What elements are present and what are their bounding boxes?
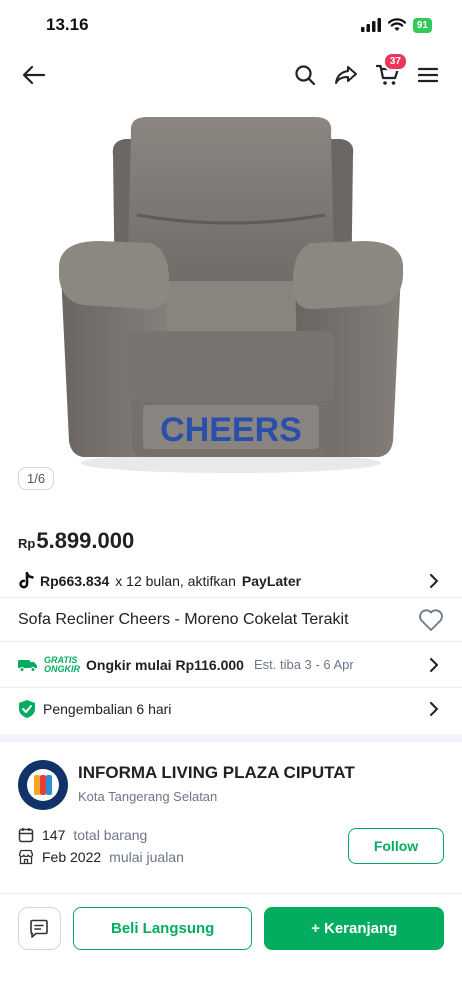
section-divider [0, 734, 462, 742]
chevron-right-icon [430, 573, 438, 588]
return-info: Pengembalian 6 hari [18, 699, 171, 719]
battery-indicator: 91 [412, 17, 432, 33]
signal-icon [360, 18, 381, 32]
chat-icon [30, 919, 49, 938]
price-value: 5.899.000 [36, 528, 135, 553]
image-counter: 1/6 [18, 467, 55, 490]
paylater-tenor: x 12 bulan, aktifkan [115, 572, 236, 589]
return-label: Pengembalian 6 hari [43, 701, 172, 717]
shield-check-icon [19, 700, 35, 718]
calendar-icon [18, 828, 34, 843]
back-arrow-icon[interactable] [22, 65, 46, 85]
share-icon[interactable] [334, 65, 358, 85]
shop-section: INFORMA LIVING PLAZA CIPUTAT Kota Tanger… [0, 742, 462, 868]
wifi-icon [387, 18, 406, 31]
ongkir-line: ONGKIR [44, 663, 80, 674]
follow-button[interactable]: Follow [348, 828, 444, 864]
shipping-cost: Ongkir mulai Rp116.000 [86, 656, 244, 673]
brand-watermark: CHEERS [160, 411, 302, 449]
shop-location: Kota Tangerang Selatan [78, 789, 218, 804]
product-image[interactable]: CHEERS 1/6 [0, 100, 462, 490]
shipping-row[interactable]: GRATIS ONGKIR Ongkir mulai Rp116.000 Est… [0, 642, 462, 688]
nav-actions: 37 [294, 52, 438, 86]
shipping-info: GRATIS ONGKIR Ongkir mulai Rp116.000 Est… [18, 655, 354, 674]
shop-name[interactable]: INFORMA LIVING PLAZA CIPUTAT [78, 763, 355, 783]
shop-stat-list: 147 total barang Feb 2022 mulai jualan [18, 824, 184, 868]
tiktok-icon [19, 571, 34, 588]
shop-info: INFORMA LIVING PLAZA CIPUTAT Kota Tanger… [78, 760, 355, 804]
since-label: mulai jualan [109, 849, 184, 865]
menu-icon[interactable] [418, 67, 438, 83]
paylater-brand: PayLater [241, 572, 302, 589]
status-bar: 13.16 91 [0, 0, 462, 50]
chevron-right-icon [430, 657, 438, 672]
gratis-ongkir-badge: GRATIS ONGKIR [44, 655, 80, 674]
bottom-action-bar: Beli Langsung + Keranjang [0, 893, 462, 1000]
recliner-chair-image: CHEERS [59, 117, 403, 473]
product-title: Sofa Recliner Cheers - Moreno Cokelat Te… [18, 610, 349, 628]
paylater-row[interactable]: Rp663.834 x 12 bulan, aktifkan PayLater [0, 564, 462, 598]
price-currency: Rp [18, 536, 36, 551]
shop-logo[interactable] [18, 760, 68, 810]
wishlist-heart-icon[interactable] [418, 608, 444, 632]
chevron-right-icon [430, 702, 438, 716]
total-items-value: 147 [42, 827, 66, 843]
buy-now-button[interactable]: Beli Langsung [72, 907, 253, 950]
cart-count-badge: 37 [382, 52, 408, 71]
since-stat: Feb 2022 mulai jualan [18, 846, 184, 868]
since-value: Feb 2022 [42, 849, 102, 865]
truck-icon [18, 659, 37, 672]
status-icons: 91 [360, 17, 432, 33]
paylater-amount: Rp663.834 [40, 572, 110, 589]
title-row: Sofa Recliner Cheers - Moreno Cokelat Te… [0, 598, 462, 642]
shop-header[interactable]: INFORMA LIVING PLAZA CIPUTAT Kota Tanger… [18, 760, 444, 810]
cart-icon[interactable]: 37 [376, 52, 408, 86]
total-items-stat: 147 total barang [18, 824, 184, 846]
search-icon[interactable] [294, 64, 316, 86]
store-icon [18, 849, 34, 865]
return-row[interactable]: Pengembalian 6 hari [0, 688, 462, 730]
shipping-estimate: Est. tiba 3 - 6 Apr [253, 657, 354, 672]
status-time: 13.16 [46, 15, 89, 34]
chat-button[interactable] [18, 907, 61, 950]
shop-stats: 147 total barang Feb 2022 mulai jualan F… [18, 824, 444, 868]
add-to-cart-button[interactable]: + Keranjang [264, 907, 444, 950]
total-items-label: total barang [73, 827, 148, 843]
nav-bar: 37 [0, 50, 462, 100]
price-row: Rp 5.899.000 [0, 480, 462, 554]
paylater-text: Rp663.834 x 12 bulan, aktifkan PayLater [18, 571, 302, 590]
